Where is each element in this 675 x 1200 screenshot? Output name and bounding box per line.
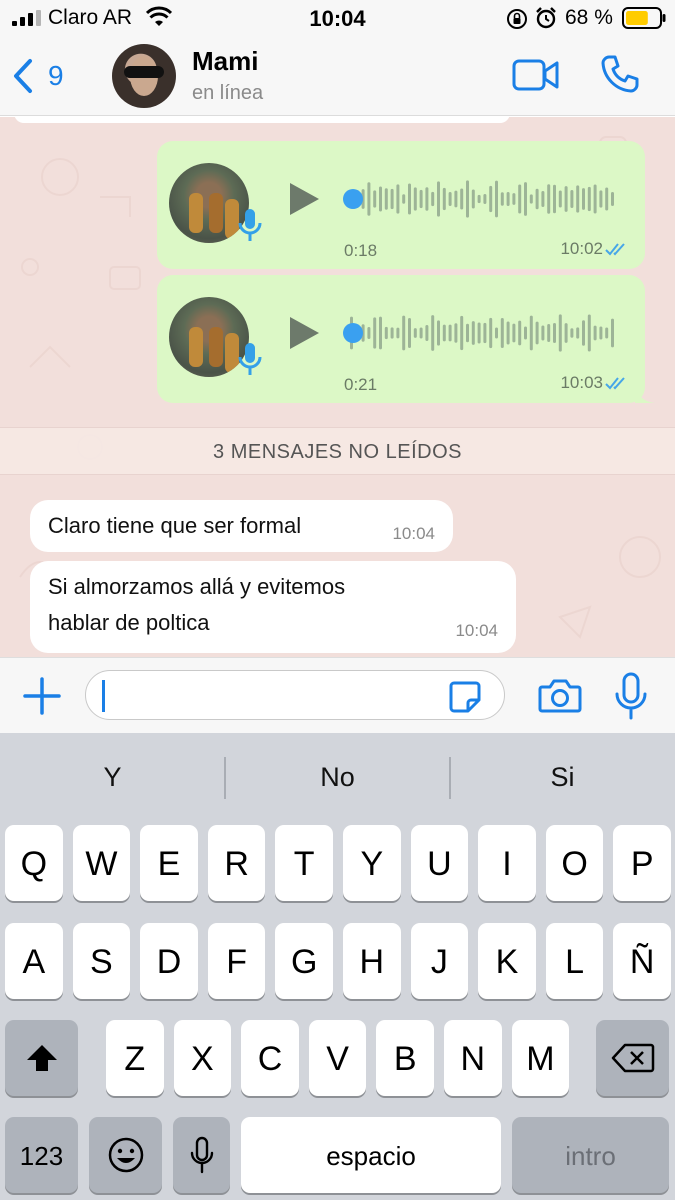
suggestion[interactable]: Y bbox=[0, 733, 225, 819]
keyboard: Y No Si 123 espacio intro QWERTYUIOPASDF… bbox=[0, 733, 675, 1200]
numbers-key[interactable]: 123 bbox=[5, 1117, 78, 1193]
incoming-message[interactable]: Si almorzamos allá y evitemos hablar de … bbox=[30, 561, 516, 653]
text-cursor bbox=[102, 680, 105, 712]
alarm-icon bbox=[536, 7, 556, 29]
key-g[interactable]: G bbox=[275, 923, 333, 999]
key-t[interactable]: T bbox=[275, 825, 333, 901]
key-x[interactable]: X bbox=[173, 1020, 232, 1096]
message-time: 10:04 bbox=[392, 524, 435, 543]
key-z[interactable]: Z bbox=[106, 1020, 164, 1096]
previous-message-edge bbox=[14, 117, 510, 123]
chat-header: 9 Mami en línea bbox=[0, 36, 675, 116]
message-time: 10:02 bbox=[560, 239, 603, 258]
key-u[interactable]: U bbox=[410, 825, 469, 901]
emoji-icon bbox=[108, 1137, 143, 1173]
camera-icon[interactable] bbox=[538, 678, 582, 714]
key-f[interactable]: F bbox=[207, 923, 266, 999]
key-n[interactable]: N bbox=[444, 1020, 502, 1096]
message-time: 10:03 bbox=[560, 373, 603, 392]
key-l[interactable]: L bbox=[545, 923, 604, 999]
key-r[interactable]: R bbox=[207, 825, 266, 901]
play-icon[interactable] bbox=[287, 181, 321, 217]
sticker-icon[interactable] bbox=[448, 680, 482, 714]
delete-icon bbox=[611, 1043, 654, 1073]
battery-percent: 68 % bbox=[565, 6, 613, 29]
voice-waveform[interactable] bbox=[342, 305, 622, 361]
message-time: 10:04 bbox=[455, 621, 498, 640]
avatar[interactable] bbox=[112, 44, 176, 108]
battery-icon bbox=[622, 7, 666, 29]
back-chevron-icon bbox=[14, 59, 32, 93]
incoming-message[interactable]: Claro tiene que ser formal 10:04 bbox=[30, 500, 453, 552]
microphone-icon[interactable] bbox=[614, 672, 648, 720]
key-k[interactable]: K bbox=[478, 923, 536, 999]
key-q[interactable]: Q bbox=[5, 825, 63, 901]
keyboard-suggestions: Y No Si bbox=[0, 733, 675, 819]
delete-key[interactable] bbox=[596, 1020, 669, 1096]
microphone-badge-icon bbox=[238, 209, 262, 241]
emoji-key[interactable] bbox=[89, 1117, 162, 1193]
microphone-badge-icon bbox=[238, 343, 262, 375]
playback-position-dot bbox=[343, 323, 363, 343]
video-call-icon[interactable] bbox=[512, 58, 560, 92]
key-i[interactable]: I bbox=[478, 825, 536, 901]
status-bar: Claro AR 10:04 68 % bbox=[0, 0, 675, 36]
key-d[interactable]: D bbox=[140, 923, 198, 999]
voice-waveform[interactable] bbox=[342, 171, 622, 227]
play-icon[interactable] bbox=[287, 315, 321, 351]
unread-chats-count: 9 bbox=[48, 60, 64, 91]
voice-message[interactable]: 0:18 10:02 bbox=[157, 141, 645, 269]
voice-message[interactable]: 0:21 10:03 bbox=[157, 275, 655, 403]
unread-messages-banner: 3 MENSAJES NO LEÍDOS bbox=[0, 427, 675, 475]
contact-status: en línea bbox=[192, 82, 264, 104]
space-key[interactable]: espacio bbox=[241, 1117, 501, 1193]
message-input[interactable] bbox=[85, 670, 505, 720]
suggestion[interactable]: Si bbox=[450, 733, 675, 819]
dictation-icon bbox=[190, 1136, 213, 1174]
key-m[interactable]: M bbox=[511, 1020, 570, 1096]
key-b[interactable]: B bbox=[376, 1020, 434, 1096]
rotation-lock-icon bbox=[507, 9, 527, 29]
key-s[interactable]: S bbox=[72, 923, 131, 999]
key-p[interactable]: P bbox=[613, 825, 671, 901]
key-o[interactable]: O bbox=[545, 825, 604, 901]
voice-duration: 0:21 bbox=[344, 375, 378, 394]
plus-icon[interactable] bbox=[22, 676, 62, 716]
contact-name[interactable]: Mami bbox=[192, 46, 258, 77]
key-j[interactable]: J bbox=[410, 923, 469, 999]
voice-duration: 0:18 bbox=[344, 241, 378, 260]
suggestion[interactable]: No bbox=[225, 733, 450, 819]
bubble-tail bbox=[635, 383, 655, 403]
back-button[interactable]: 9 bbox=[12, 56, 82, 96]
message-composer bbox=[0, 657, 675, 733]
key-e[interactable]: E bbox=[140, 825, 198, 901]
shift-key[interactable] bbox=[5, 1020, 78, 1096]
chat-messages-area[interactable]: 0:18 10:02 0:21 10:03 3 MENSAJES NO LEÍD… bbox=[0, 117, 675, 657]
key-v[interactable]: V bbox=[308, 1020, 367, 1096]
phone-call-icon[interactable] bbox=[600, 54, 640, 94]
message-text: hablar de poltica bbox=[48, 610, 210, 635]
read-receipt-icon bbox=[605, 243, 625, 256]
message-text: Si almorzamos allá y evitemos bbox=[48, 574, 346, 599]
playback-position-dot bbox=[343, 189, 363, 209]
key-ñ[interactable]: Ñ bbox=[613, 923, 671, 999]
dictation-key[interactable] bbox=[173, 1117, 230, 1193]
key-a[interactable]: A bbox=[5, 923, 63, 999]
message-text: Claro tiene que ser formal bbox=[48, 513, 302, 538]
key-w[interactable]: W bbox=[72, 825, 131, 901]
read-receipt-icon bbox=[605, 377, 625, 390]
shift-icon bbox=[26, 1045, 57, 1071]
key-y[interactable]: Y bbox=[343, 825, 401, 901]
return-key[interactable]: intro bbox=[512, 1117, 669, 1193]
key-h[interactable]: H bbox=[343, 923, 401, 999]
key-c[interactable]: C bbox=[241, 1020, 299, 1096]
